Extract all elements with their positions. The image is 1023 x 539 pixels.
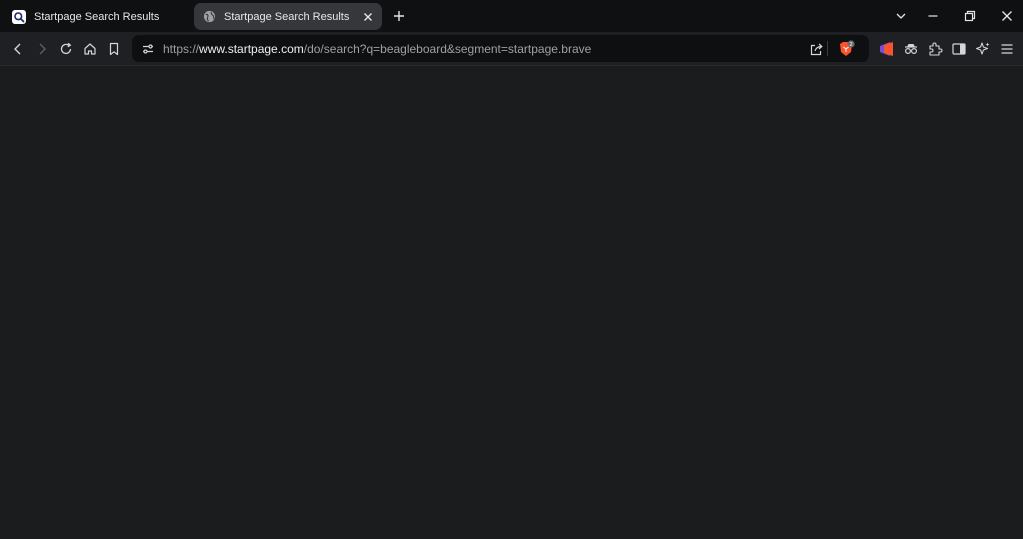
url-scheme: https:// [163, 42, 200, 56]
private-window-icon [904, 44, 918, 55]
startpage-search-icon [12, 9, 26, 24]
restore-button[interactable] [957, 4, 983, 28]
address-bar[interactable]: https://www.startpage.com/do/search?q=be… [132, 35, 869, 62]
reload-icon [60, 42, 72, 55]
chevron-down-icon [896, 13, 906, 19]
close-window-button[interactable] [994, 4, 1020, 28]
back-arrow-icon [14, 43, 21, 55]
plus-icon [394, 11, 404, 21]
url-divider [827, 41, 828, 56]
brave-shields-button[interactable]: 2 [834, 37, 858, 61]
browser-toolbar: https://www.startpage.com/do/search?q=be… [0, 32, 1023, 66]
leo-ai-button[interactable] [971, 37, 995, 61]
forward-arrow-icon [39, 43, 46, 55]
extensions-button[interactable] [923, 37, 947, 61]
forward-button[interactable] [30, 37, 54, 61]
brave-shields-icon: 2 [840, 40, 855, 56]
home-button[interactable] [78, 37, 102, 61]
minimize-button[interactable] [920, 4, 946, 28]
tab-startpage-2[interactable]: Startpage Search Results [194, 3, 382, 30]
restore-icon [964, 10, 976, 22]
tab-title: Startpage Search Results [224, 10, 350, 23]
close-icon [1002, 11, 1012, 21]
url-path: /do/search?q=beagleboard&segment=startpa… [303, 42, 592, 56]
bookmark-icon [109, 42, 119, 56]
share-icon [810, 43, 823, 55]
brave-rewards-icon [880, 42, 893, 56]
site-settings-icon[interactable] [136, 37, 160, 61]
shields-badge-count: 2 [849, 42, 852, 48]
tab-title: Startpage Search Results [34, 10, 160, 23]
new-tab-button[interactable] [389, 6, 409, 26]
brave-rewards-button[interactable] [875, 37, 899, 61]
sidebar-button[interactable] [947, 37, 971, 61]
close-tab-icon[interactable] [358, 7, 378, 27]
url-text[interactable]: https://www.startpage.com/do/search?q=be… [163, 42, 591, 56]
url-host: www.startpage.com [199, 42, 304, 56]
share-button[interactable] [804, 37, 828, 61]
leo-ai-icon [975, 42, 990, 55]
back-button[interactable] [6, 37, 30, 61]
sidebar-icon [952, 43, 966, 55]
menu-icon [1001, 44, 1013, 54]
page-content [0, 66, 1023, 539]
tab-strip: Startpage Search Results Startpage Searc… [0, 0, 1023, 32]
bookmark-button[interactable] [102, 37, 126, 61]
globe-icon [202, 10, 216, 24]
minimize-icon [928, 15, 938, 17]
extensions-icon [929, 42, 943, 56]
tab-startpage-1[interactable]: Startpage Search Results [4, 3, 190, 30]
home-icon [84, 43, 96, 55]
tab-search-button[interactable] [888, 4, 914, 28]
reload-button[interactable] [54, 37, 78, 61]
private-window-button[interactable] [899, 37, 923, 61]
main-menu-button[interactable] [995, 37, 1019, 61]
